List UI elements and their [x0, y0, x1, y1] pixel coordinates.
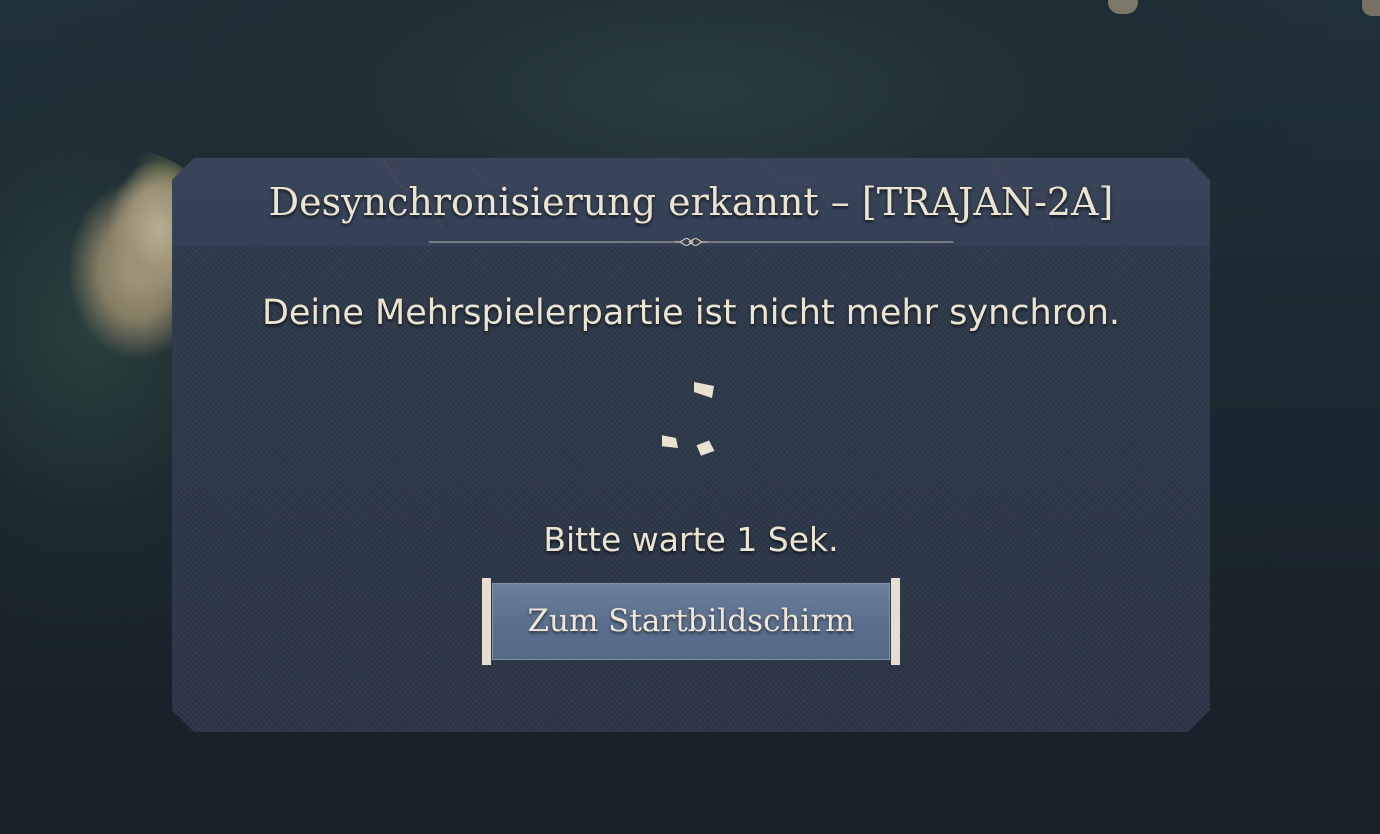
button-right-bracket: [891, 578, 900, 665]
terrain-edge: [1362, 0, 1380, 16]
terrain-edge: [1108, 0, 1138, 14]
dialog-header: Desynchronisierung erkannt – [TRAJAN-2A]: [172, 158, 1210, 246]
wait-countdown-text: Bitte warte 1 Sek.: [543, 520, 839, 559]
button-left-bracket: [482, 578, 491, 665]
dialog-title: Desynchronisierung erkannt – [TRAJAN-2A]: [268, 180, 1114, 224]
desync-message: Deine Mehrspielerpartie ist nicht mehr s…: [261, 293, 1121, 333]
diamond-ornament-icon: [674, 238, 707, 246]
return-to-main-menu-button[interactable]: Zum Startbildschirm: [492, 583, 890, 660]
header-divider: [172, 238, 1210, 246]
game-map-background: Desynchronisierung erkannt – [TRAJAN-2A]…: [0, 0, 1380, 834]
loading-spinner-icon: [662, 376, 732, 476]
desync-dialog: Desynchronisierung erkannt – [TRAJAN-2A]…: [172, 158, 1210, 732]
